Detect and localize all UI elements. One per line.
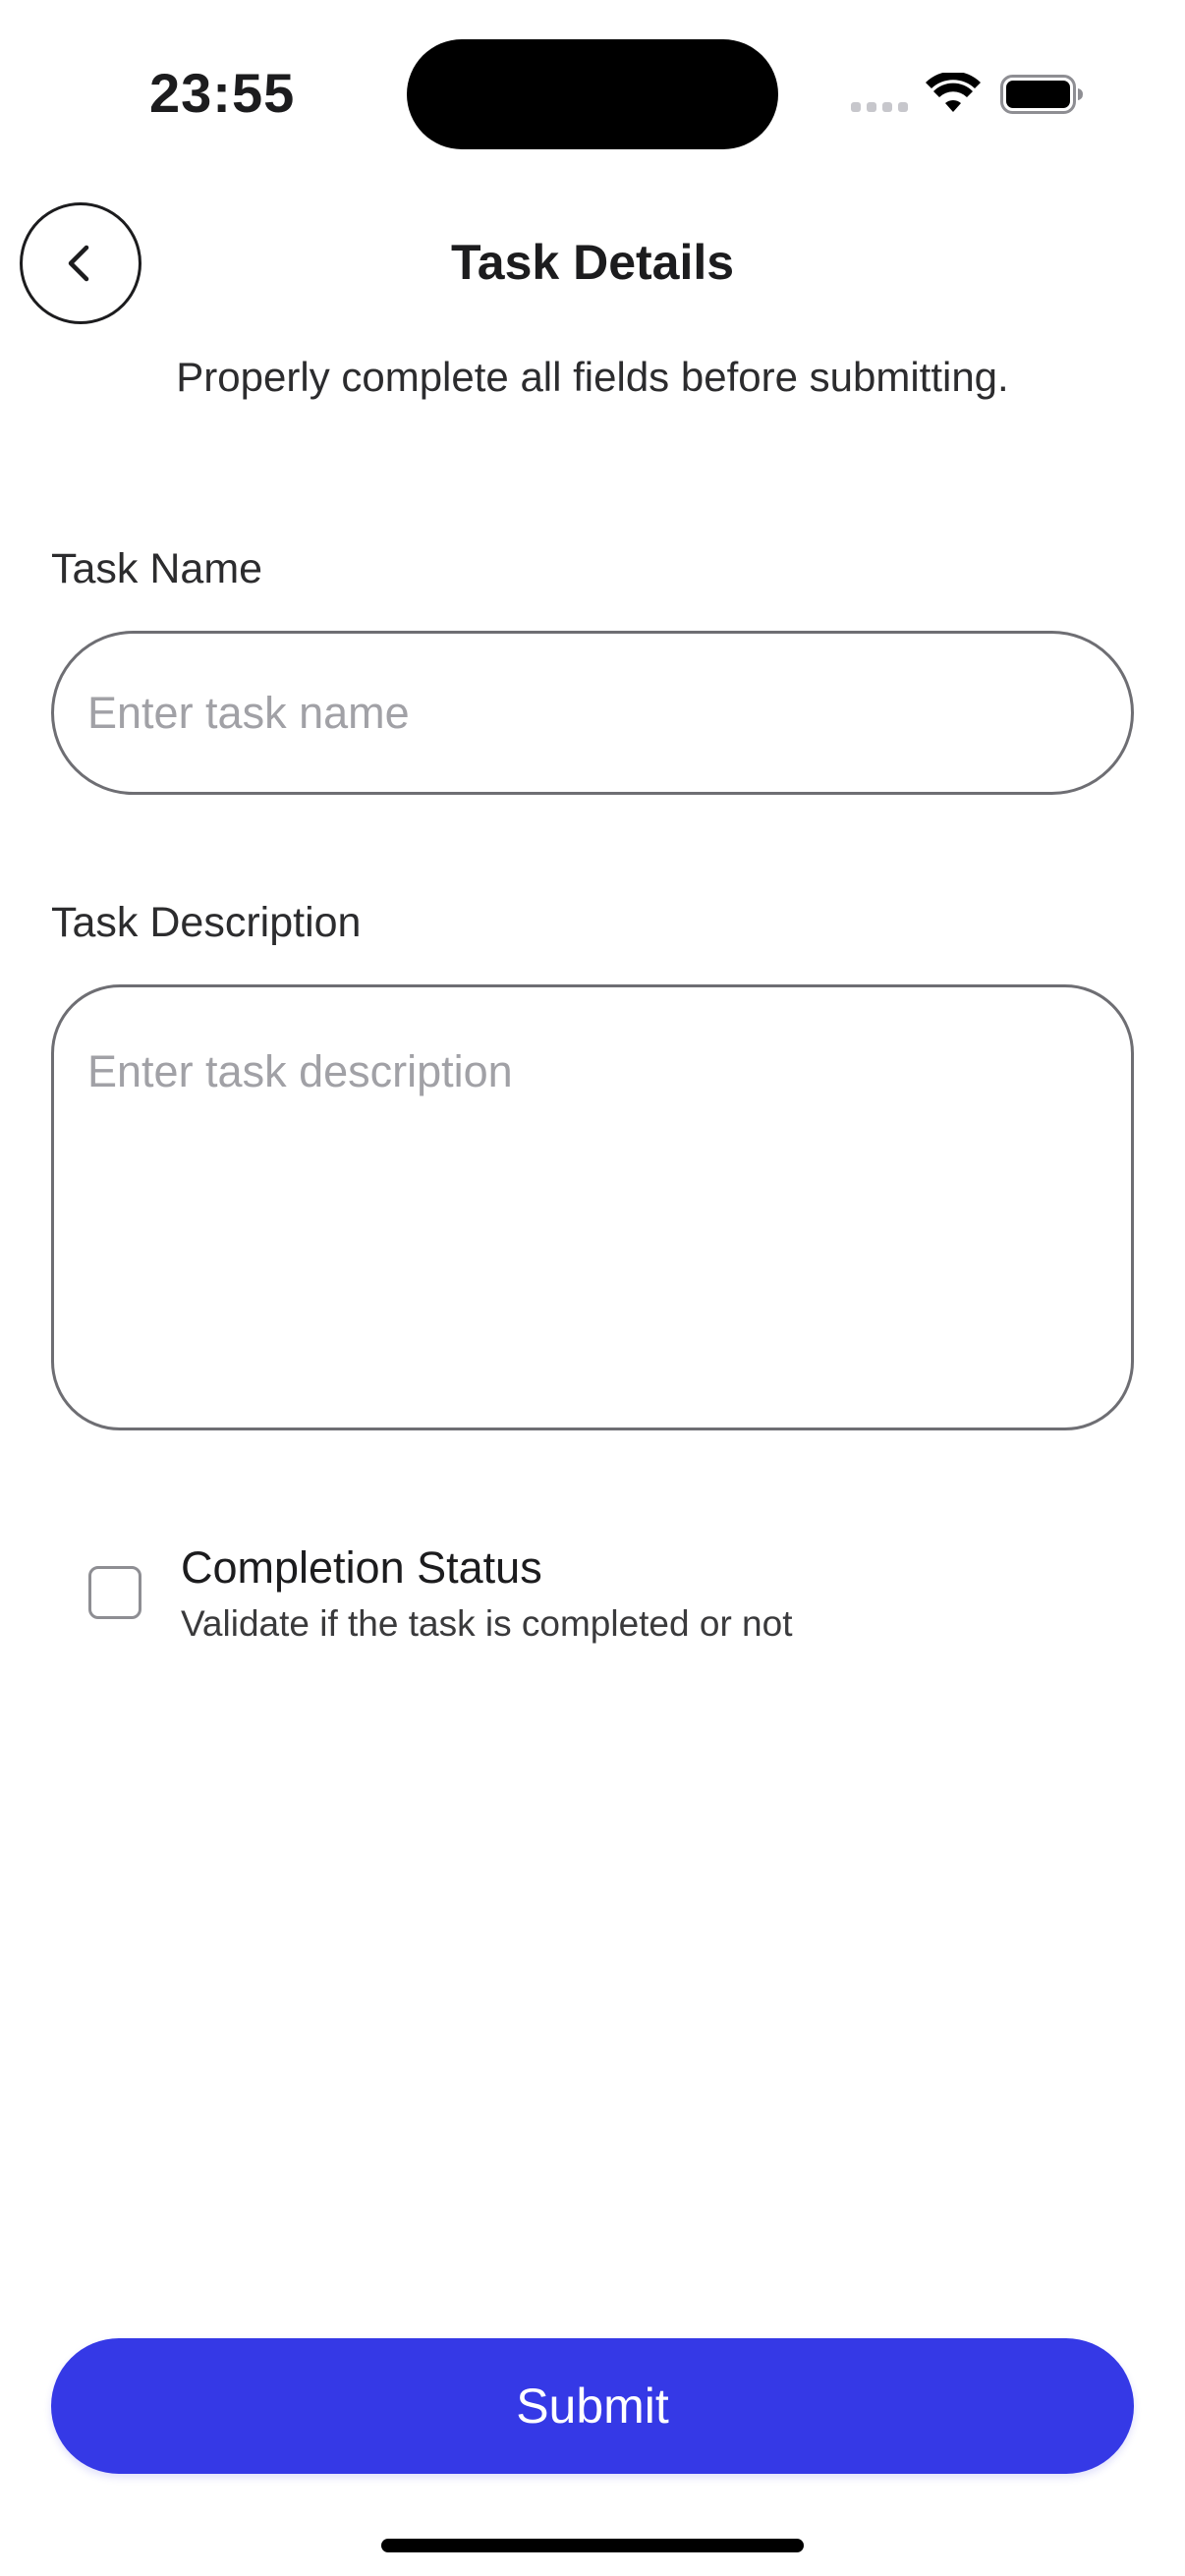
submit-button[interactable]: Submit <box>51 2338 1134 2474</box>
task-name-label: Task Name <box>51 545 263 592</box>
cellular-signal-icon <box>851 102 908 112</box>
dynamic-island <box>407 39 778 149</box>
task-name-input[interactable] <box>51 631 1134 795</box>
completion-status-title: Completion Status <box>181 1542 542 1593</box>
completion-status-checkbox[interactable] <box>88 1566 141 1619</box>
completion-status-help: Validate if the task is completed or not <box>181 1603 793 1644</box>
wifi-icon <box>926 73 981 112</box>
task-description-label: Task Description <box>51 899 362 946</box>
page-title: Task Details <box>450 235 735 290</box>
task-description-input[interactable] <box>51 984 1134 1430</box>
home-indicator <box>381 2539 804 2552</box>
battery-icon <box>1000 75 1083 114</box>
page-subtitle: Properly complete all fields before subm… <box>176 354 1009 400</box>
status-time: 23:55 <box>149 62 296 124</box>
